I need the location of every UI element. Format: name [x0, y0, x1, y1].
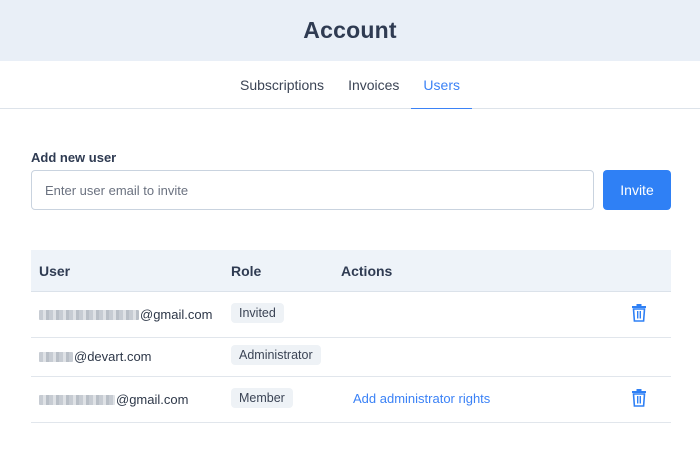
- column-header-actions: Actions: [341, 263, 393, 279]
- tab-subscriptions[interactable]: Subscriptions: [228, 61, 336, 108]
- column-header-role: Role: [231, 263, 262, 279]
- add-user-label: Add new user: [31, 150, 117, 165]
- trash-icon[interactable]: [631, 304, 647, 322]
- users-table: User Role Actions @gmail.com Invited @de…: [31, 250, 671, 423]
- table-row: @gmail.com Member Add administrator righ…: [31, 377, 671, 423]
- role-badge: Invited: [231, 303, 284, 323]
- tab-users[interactable]: Users: [411, 61, 472, 109]
- email-domain: @devart.com: [74, 349, 152, 364]
- tab-invoices[interactable]: Invoices: [336, 61, 411, 108]
- role-badge: Administrator: [231, 345, 321, 365]
- invite-button[interactable]: Invite: [603, 170, 671, 210]
- invite-email-input[interactable]: [31, 170, 594, 210]
- redacted-text: [39, 351, 73, 362]
- redacted-text: [39, 309, 139, 320]
- account-tabs: Subscriptions Invoices Users: [0, 61, 700, 109]
- redacted-text: [39, 394, 115, 405]
- email-domain: @gmail.com: [140, 307, 213, 322]
- column-header-user: User: [39, 263, 71, 279]
- table-row: @devart.com Administrator: [31, 338, 671, 377]
- user-email: @gmail.com: [39, 392, 188, 407]
- add-admin-rights-link[interactable]: Add administrator rights: [353, 391, 490, 406]
- table-header: User Role Actions: [31, 250, 671, 292]
- table-row: @gmail.com Invited: [31, 292, 671, 338]
- page-header: Account: [0, 0, 700, 61]
- email-domain: @gmail.com: [116, 392, 189, 407]
- role-badge: Member: [231, 388, 293, 408]
- user-email: @gmail.com: [39, 307, 212, 322]
- trash-icon[interactable]: [631, 389, 647, 407]
- page-title: Account: [303, 17, 397, 43]
- user-email: @devart.com: [39, 349, 152, 364]
